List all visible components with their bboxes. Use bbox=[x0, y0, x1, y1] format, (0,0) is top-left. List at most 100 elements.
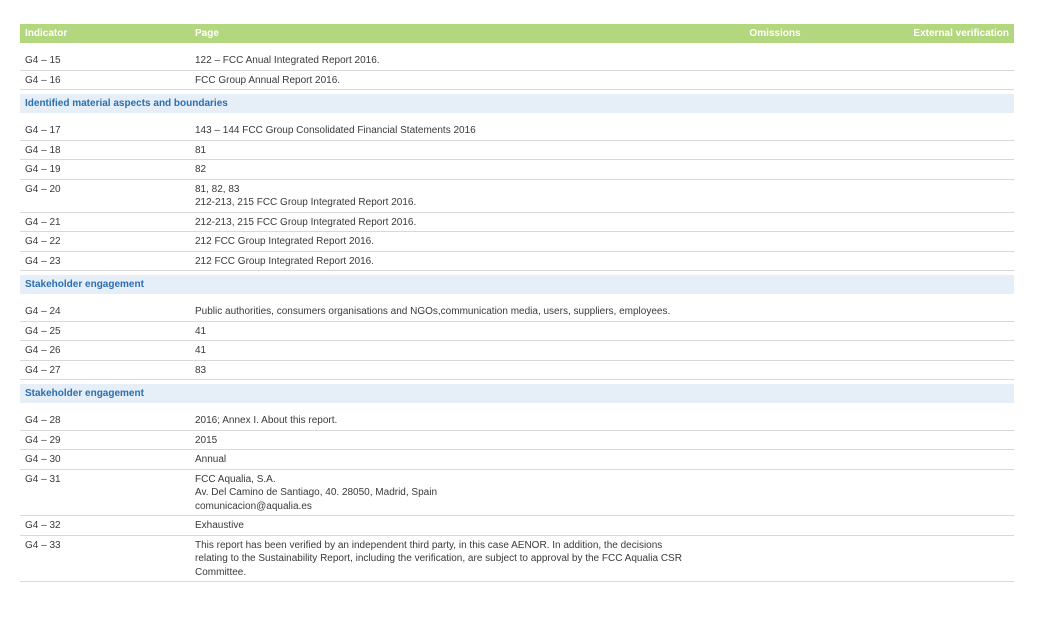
indicator-cell: G4 – 23 bbox=[20, 251, 190, 271]
omissions-cell bbox=[710, 251, 840, 271]
omissions-cell bbox=[710, 212, 840, 232]
spacer-row bbox=[20, 294, 1014, 302]
indicator-cell: G4 – 22 bbox=[20, 231, 190, 252]
page-cell: 212-213, 215 FCC Group Integrated Report… bbox=[190, 212, 710, 232]
indicator-cell: G4 – 20 bbox=[20, 179, 190, 213]
external-verification-cell bbox=[840, 340, 1014, 361]
page-cell: Annual bbox=[190, 449, 710, 470]
page-line: 81, 82, 83 bbox=[195, 183, 240, 195]
table-row: G4 – 26 41 bbox=[20, 340, 1014, 361]
omissions-cell bbox=[710, 340, 840, 361]
page-line: 83 bbox=[195, 364, 207, 376]
indicator-cell: G4 – 25 bbox=[20, 321, 190, 341]
table-row: G4 – 27 83 bbox=[20, 360, 1014, 380]
external-verification-cell bbox=[840, 251, 1014, 271]
page-line: Committee. bbox=[195, 566, 247, 578]
indicator-cell: G4 – 31 bbox=[20, 469, 190, 516]
page-cell: 122 – FCC Anual Integrated Report 2016. bbox=[190, 51, 710, 71]
indicator-cell: G4 – 21 bbox=[20, 212, 190, 232]
page-cell: 212 FCC Group Integrated Report 2016. bbox=[190, 231, 710, 252]
page-line: 212-213, 215 FCC Group Integrated Report… bbox=[195, 197, 417, 208]
external-verification-cell bbox=[840, 411, 1014, 431]
table-row: G4 – 33 This report has been verified by … bbox=[20, 535, 1014, 582]
table-row: G4 – 21 212-213, 215 FCC Group Integrated… bbox=[20, 212, 1014, 232]
page-line: FCC Aqualia, S.A. bbox=[195, 473, 276, 485]
page-cell: FCC Group Annual Report 2016. bbox=[190, 70, 710, 90]
omissions-cell bbox=[710, 360, 840, 380]
external-verification-cell bbox=[840, 70, 1014, 90]
omissions-cell bbox=[710, 70, 840, 90]
page-line: Av. Del Camino de Santiago, 40. 28050, M… bbox=[195, 487, 438, 498]
indicator-cell: G4 – 32 bbox=[20, 515, 190, 536]
omissions-cell bbox=[710, 302, 840, 322]
section-title: Stakeholder engagement bbox=[20, 275, 1014, 294]
omissions-cell bbox=[710, 449, 840, 470]
header-indicator: Indicator bbox=[20, 24, 190, 43]
indicator-cell: G4 – 33 bbox=[20, 535, 190, 582]
page-cell: Exhaustive bbox=[190, 515, 710, 536]
page-cell: FCC Aqualia, S.A. Av. Del Camino de Santi… bbox=[190, 469, 710, 516]
indicator-cell: G4 – 16 bbox=[20, 70, 190, 90]
indicator-cell: G4 – 30 bbox=[20, 449, 190, 470]
page-cell: 41 bbox=[190, 340, 710, 361]
indicator-cell: G4 – 26 bbox=[20, 340, 190, 361]
page-line: relating to the Sustainability Report, i… bbox=[195, 553, 682, 564]
external-verification-cell bbox=[840, 159, 1014, 180]
table-row: G4 – 28 2016; Annex I. About this report. bbox=[20, 411, 1014, 431]
table-row: G4 – 19 82 bbox=[20, 159, 1014, 180]
omissions-cell bbox=[710, 469, 840, 516]
page-line: Annual bbox=[195, 454, 227, 465]
indicator-cell: G4 – 24 bbox=[20, 302, 190, 322]
page-cell: 2016; Annex I. About this report. bbox=[190, 411, 710, 431]
omissions-cell bbox=[710, 140, 840, 160]
page-cell: Public authorities, consumers organisati… bbox=[190, 302, 710, 322]
omissions-cell bbox=[710, 231, 840, 252]
table-row: G4 – 25 41 bbox=[20, 321, 1014, 341]
table-row: G4 – 32 Exhaustive bbox=[20, 515, 1014, 536]
omissions-cell bbox=[710, 430, 840, 450]
spacer-row bbox=[20, 403, 1014, 411]
external-verification-cell bbox=[840, 469, 1014, 516]
table-row: G4 – 17 143 – 144 FCC Group Consolidated … bbox=[20, 121, 1014, 141]
indicator-cell: G4 – 19 bbox=[20, 159, 190, 180]
spacer-row bbox=[20, 43, 1014, 51]
table-row: G4 – 18 81 bbox=[20, 140, 1014, 160]
page-line: 41 bbox=[195, 345, 207, 356]
external-verification-cell bbox=[840, 302, 1014, 322]
external-verification-cell bbox=[840, 515, 1014, 536]
external-verification-cell bbox=[840, 430, 1014, 450]
section-title: Stakeholder engagement bbox=[20, 384, 1014, 403]
omissions-cell bbox=[710, 179, 840, 213]
section-title: Identified material aspects and boundari… bbox=[20, 94, 1014, 113]
page-cell: This report has been verified by an inde… bbox=[190, 535, 710, 582]
external-verification-cell bbox=[840, 121, 1014, 141]
table-row: G4 – 31 FCC Aqualia, S.A. Av. Del Camino d… bbox=[20, 469, 1014, 516]
page-line: 82 bbox=[195, 164, 207, 175]
table-body: G4 – 15 122 – FCC Anual Integrated Report… bbox=[20, 43, 1014, 582]
external-verification-cell bbox=[840, 51, 1014, 71]
indicator-cell: G4 – 29 bbox=[20, 430, 190, 450]
omissions-cell bbox=[710, 515, 840, 536]
header-external-verification: External verification bbox=[840, 24, 1014, 43]
external-verification-cell bbox=[840, 360, 1014, 380]
external-verification-cell bbox=[840, 231, 1014, 252]
page-cell: 81 bbox=[190, 140, 710, 160]
indicator-cell: G4 – 27 bbox=[20, 360, 190, 380]
omissions-cell bbox=[710, 321, 840, 341]
external-verification-cell bbox=[840, 449, 1014, 470]
page-line: Exhaustive bbox=[195, 520, 244, 531]
page-line: This report has been verified by an inde… bbox=[195, 539, 663, 551]
omissions-cell bbox=[710, 159, 840, 180]
page-cell: 212 FCC Group Integrated Report 2016. bbox=[190, 251, 710, 271]
spacer-row bbox=[20, 113, 1014, 121]
page-line: 122 – FCC Anual Integrated Report 2016. bbox=[195, 55, 380, 66]
table-row: G4 – 20 81, 82, 83 212-213, 215 FCC Group … bbox=[20, 179, 1014, 213]
table-header-row: Indicator Page Omissions External verifi… bbox=[20, 24, 1014, 43]
external-verification-cell bbox=[840, 321, 1014, 341]
page-line: 212-213, 215 FCC Group Integrated Report… bbox=[195, 216, 417, 228]
table-row: G4 – 29 2015 bbox=[20, 430, 1014, 450]
external-verification-cell bbox=[840, 535, 1014, 582]
page-line: Public authorities, consumers organisati… bbox=[195, 306, 671, 317]
gri-index-table: Indicator Page Omissions External verifi… bbox=[20, 24, 1014, 582]
header-page: Page bbox=[190, 24, 710, 43]
